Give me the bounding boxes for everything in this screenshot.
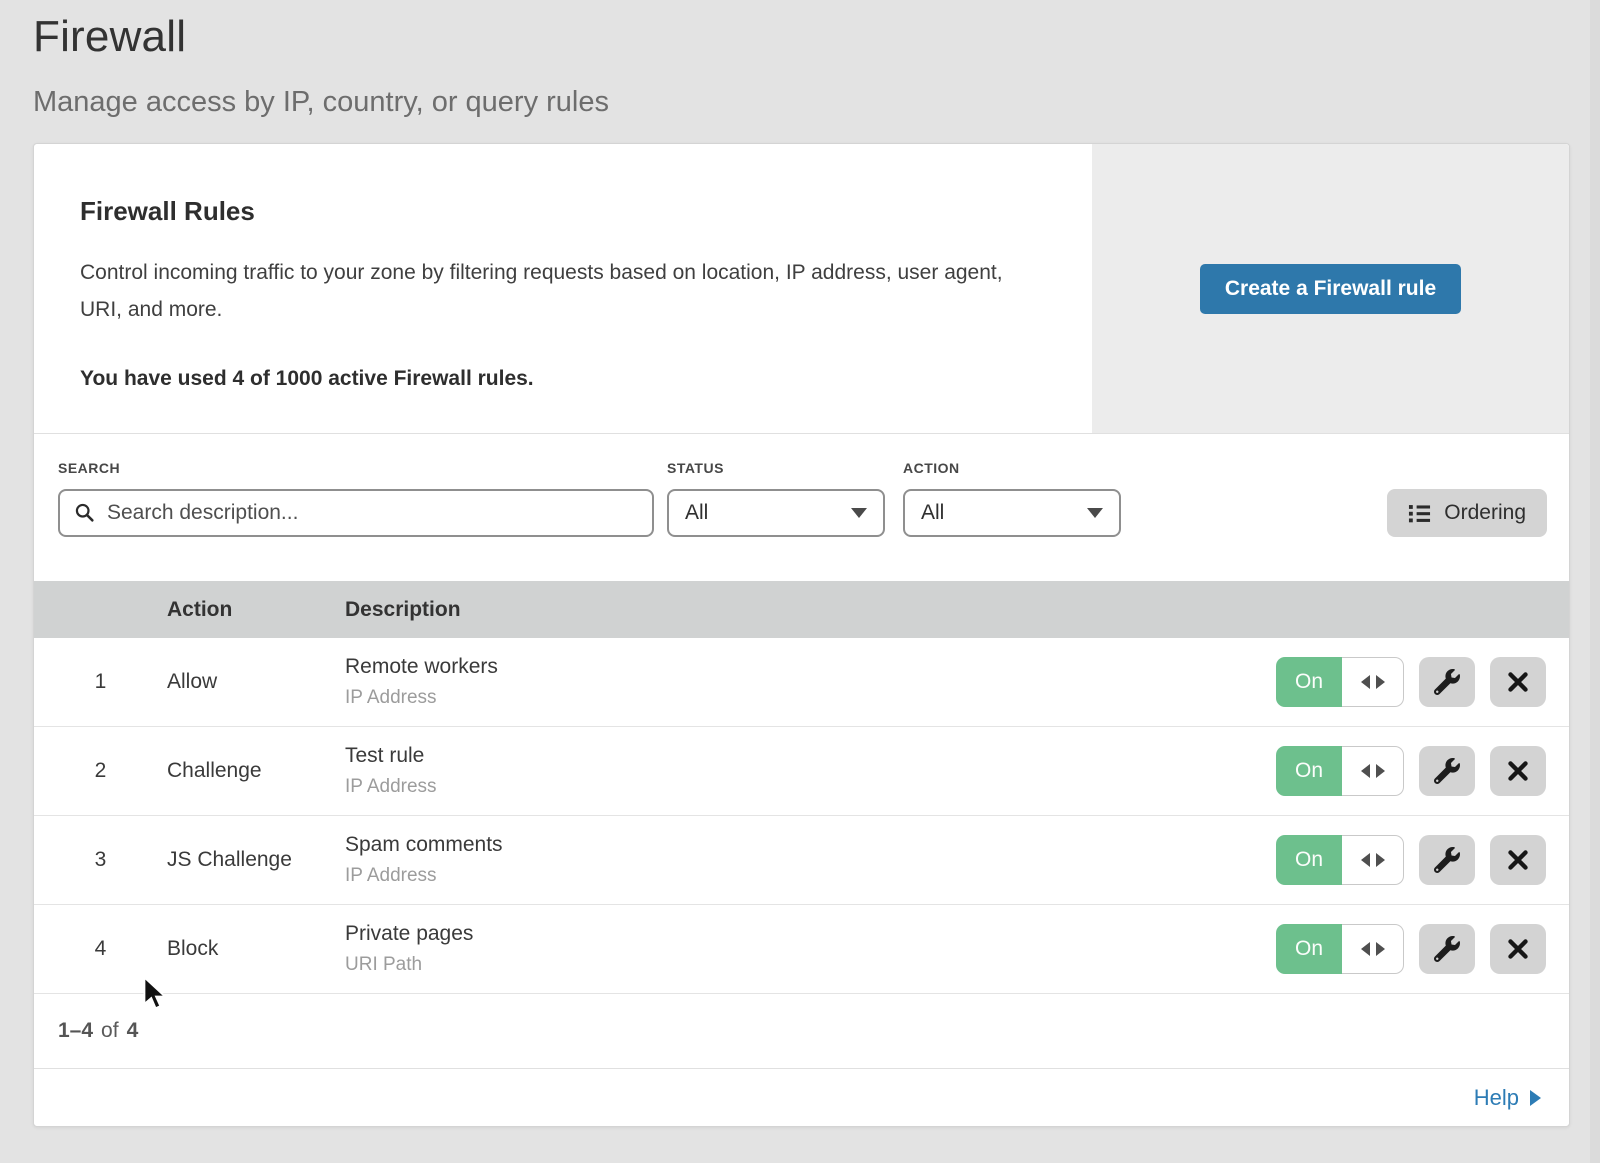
edit-rule-button[interactable] bbox=[1419, 835, 1475, 885]
rules-usage-count: You have used 4 of 1000 active Firewall … bbox=[80, 367, 1052, 391]
wrench-icon bbox=[1434, 936, 1460, 962]
rule-description-cell: Test rule IP Address bbox=[345, 744, 1276, 798]
rule-row: 1 Allow Remote workers IP Address On bbox=[34, 638, 1569, 727]
close-icon bbox=[1506, 670, 1530, 694]
firewall-rules-card: Firewall Rules Control incoming traffic … bbox=[33, 143, 1570, 1127]
ordered-list-icon bbox=[1408, 502, 1431, 525]
wrench-icon bbox=[1434, 758, 1460, 784]
rule-row: 2 Challenge Test rule IP Address On bbox=[34, 727, 1569, 816]
action-select[interactable]: All bbox=[903, 489, 1121, 537]
pagination-total: 4 bbox=[127, 1019, 139, 1043]
rule-action: Block bbox=[167, 937, 345, 961]
rule-status-toggle[interactable]: On bbox=[1276, 657, 1404, 707]
status-filter-group: STATUS All bbox=[667, 460, 885, 537]
rule-description-cell: Private pages URI Path bbox=[345, 922, 1276, 976]
toggle-arrows-icon[interactable] bbox=[1342, 835, 1404, 885]
status-select-value: All bbox=[685, 501, 708, 525]
rule-action: JS Challenge bbox=[167, 848, 345, 872]
rule-row: 3 JS Challenge Spam comments IP Address … bbox=[34, 816, 1569, 905]
close-icon bbox=[1506, 937, 1530, 961]
rule-description: Private pages bbox=[345, 922, 1276, 946]
toggle-on-label: On bbox=[1276, 835, 1342, 885]
search-label: SEARCH bbox=[58, 460, 654, 476]
filter-bar: SEARCH STATUS All bbox=[34, 434, 1569, 581]
action-select-value: All bbox=[921, 501, 944, 525]
card-description: Control incoming traffic to your zone by… bbox=[80, 255, 1030, 329]
ordering-button[interactable]: Ordering bbox=[1387, 489, 1547, 537]
rule-match-type: URI Path bbox=[345, 954, 1276, 976]
rules-table-header: Action Description bbox=[34, 581, 1569, 638]
rule-controls: On bbox=[1276, 924, 1569, 974]
toggle-arrows-icon[interactable] bbox=[1342, 746, 1404, 796]
page-subtitle: Manage access by IP, country, or query r… bbox=[33, 86, 1600, 119]
help-link[interactable]: Help bbox=[1474, 1085, 1541, 1111]
rule-match-type: IP Address bbox=[345, 687, 1276, 709]
wrench-icon bbox=[1434, 669, 1460, 695]
rule-description: Spam comments bbox=[345, 833, 1276, 857]
rules-table-body: 1 Allow Remote workers IP Address On bbox=[34, 638, 1569, 994]
rule-status-toggle[interactable]: On bbox=[1276, 746, 1404, 796]
chevron-down-icon bbox=[851, 508, 867, 518]
rule-action: Challenge bbox=[167, 759, 345, 783]
rule-controls: On bbox=[1276, 746, 1569, 796]
delete-rule-button[interactable] bbox=[1490, 924, 1546, 974]
action-filter-group: ACTION All bbox=[903, 460, 1121, 537]
help-row: Help bbox=[34, 1069, 1569, 1126]
delete-rule-button[interactable] bbox=[1490, 835, 1546, 885]
status-label: STATUS bbox=[667, 460, 885, 476]
search-filter-group: SEARCH bbox=[58, 460, 654, 537]
rule-description: Remote workers bbox=[345, 655, 1276, 679]
pagination-row: 1–4 of 4 bbox=[34, 994, 1569, 1069]
create-rule-panel: Create a Firewall rule bbox=[1092, 144, 1569, 433]
close-icon bbox=[1506, 759, 1530, 783]
page-title: Firewall bbox=[33, 12, 1600, 62]
toggle-on-label: On bbox=[1276, 746, 1342, 796]
ordering-button-label: Ordering bbox=[1444, 501, 1526, 525]
rule-priority: 2 bbox=[34, 759, 167, 783]
edit-rule-button[interactable] bbox=[1419, 746, 1475, 796]
help-link-label: Help bbox=[1474, 1085, 1519, 1111]
rule-priority: 3 bbox=[34, 848, 167, 872]
edit-rule-button[interactable] bbox=[1419, 924, 1475, 974]
rule-row: 4 Block Private pages URI Path On bbox=[34, 905, 1569, 994]
card-title: Firewall Rules bbox=[80, 196, 1052, 227]
search-input[interactable] bbox=[107, 501, 638, 525]
rule-controls: On bbox=[1276, 835, 1569, 885]
rule-match-type: IP Address bbox=[345, 865, 1276, 887]
toggle-arrows-icon[interactable] bbox=[1342, 657, 1404, 707]
wrench-icon bbox=[1434, 847, 1460, 873]
page-header: Firewall Manage access by IP, country, o… bbox=[0, 0, 1600, 119]
firewall-page: Firewall Manage access by IP, country, o… bbox=[0, 0, 1600, 1163]
rule-status-toggle[interactable]: On bbox=[1276, 835, 1404, 885]
pagination-range: 1–4 bbox=[58, 1019, 93, 1043]
rule-match-type: IP Address bbox=[345, 776, 1276, 798]
toggle-on-label: On bbox=[1276, 924, 1342, 974]
action-column-header: Action bbox=[167, 598, 345, 622]
search-icon bbox=[74, 502, 96, 524]
status-select[interactable]: All bbox=[667, 489, 885, 537]
delete-rule-button[interactable] bbox=[1490, 746, 1546, 796]
delete-rule-button[interactable] bbox=[1490, 657, 1546, 707]
rules-summary-text: Firewall Rules Control incoming traffic … bbox=[34, 144, 1092, 433]
rule-description-cell: Remote workers IP Address bbox=[345, 655, 1276, 709]
chevron-down-icon bbox=[1087, 508, 1103, 518]
toggle-on-label: On bbox=[1276, 657, 1342, 707]
rule-status-toggle[interactable]: On bbox=[1276, 924, 1404, 974]
rule-priority: 1 bbox=[34, 670, 167, 694]
toggle-arrows-icon[interactable] bbox=[1342, 924, 1404, 974]
rule-controls: On bbox=[1276, 657, 1569, 707]
rule-description-cell: Spam comments IP Address bbox=[345, 833, 1276, 887]
create-firewall-rule-button[interactable]: Create a Firewall rule bbox=[1200, 264, 1461, 314]
rule-action: Allow bbox=[167, 670, 345, 694]
rule-description: Test rule bbox=[345, 744, 1276, 768]
rule-priority: 4 bbox=[34, 937, 167, 961]
close-icon bbox=[1506, 848, 1530, 872]
search-box[interactable] bbox=[58, 489, 654, 537]
pagination-of: of bbox=[101, 1019, 119, 1043]
description-column-header: Description bbox=[345, 598, 1569, 622]
rules-summary-section: Firewall Rules Control incoming traffic … bbox=[34, 144, 1569, 434]
edit-rule-button[interactable] bbox=[1419, 657, 1475, 707]
right-triangle-icon bbox=[1530, 1090, 1541, 1106]
action-label: ACTION bbox=[903, 460, 1121, 476]
